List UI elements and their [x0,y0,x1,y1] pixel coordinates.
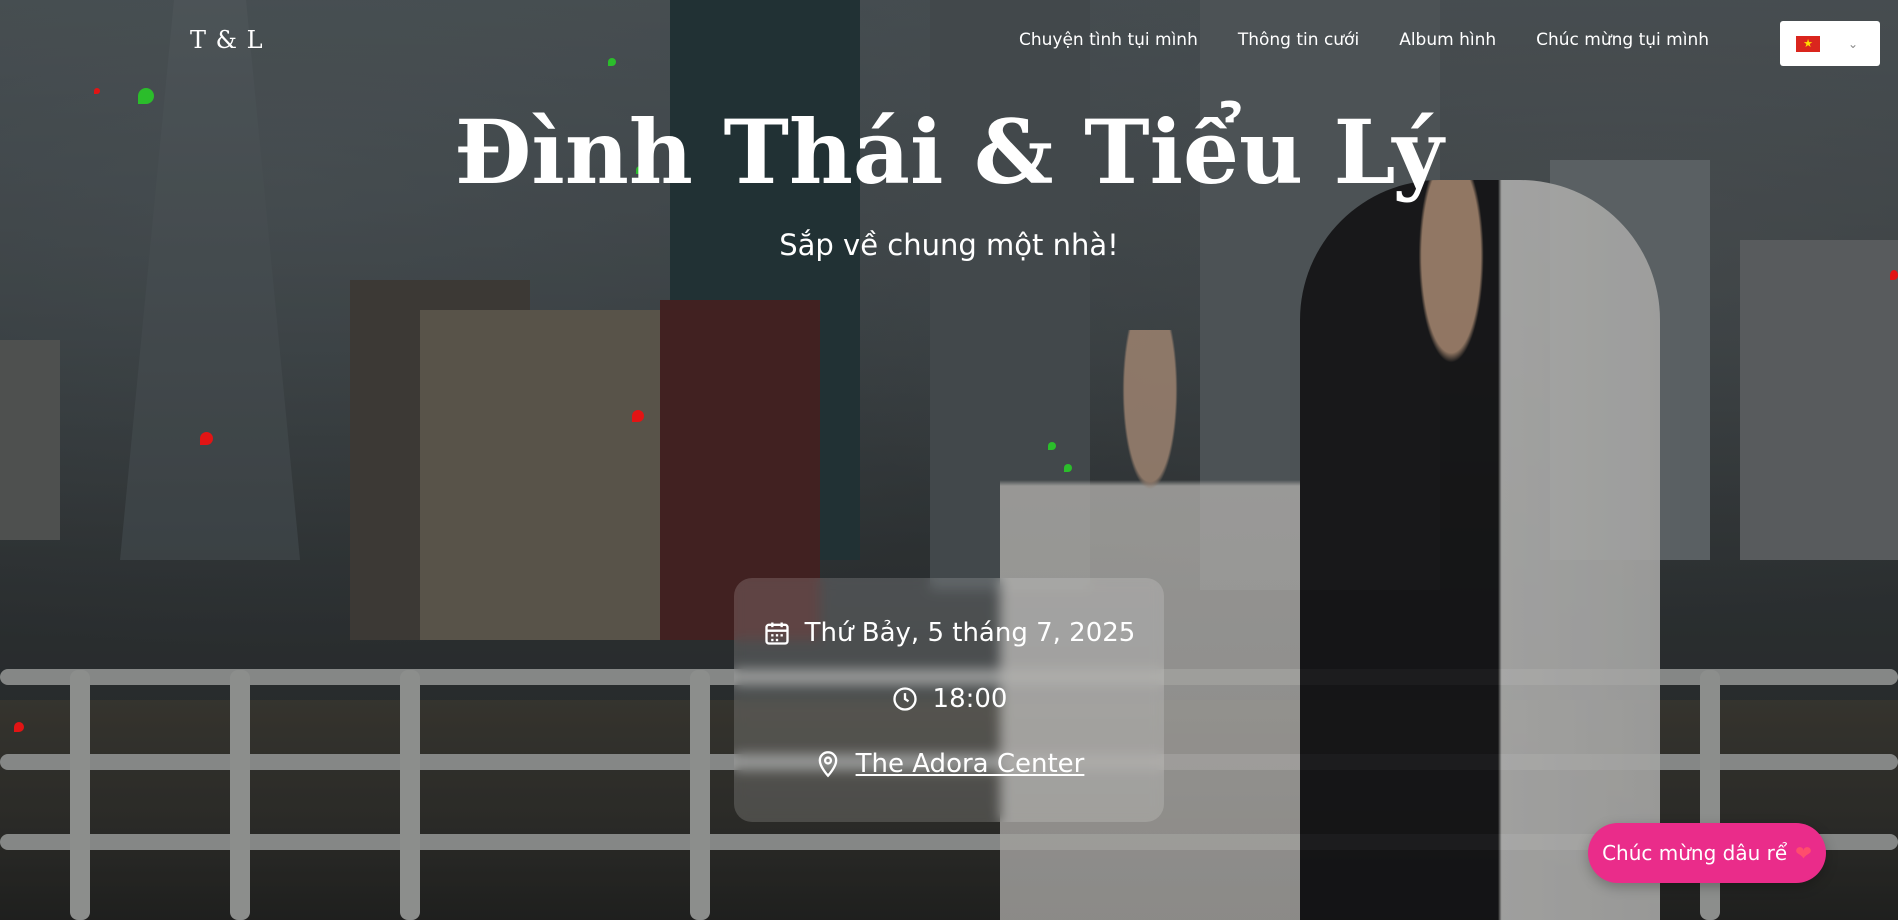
event-venue-row: The Adora Center [734,749,1164,779]
vietnam-flag-icon: ★ [1796,35,1820,52]
event-time-row: 18:00 [734,684,1164,714]
clover-petal-icon [1048,442,1056,450]
clover-petal-icon [1064,464,1072,472]
nav-item-album[interactable]: Album hình [1399,30,1496,50]
send-wishes-label: Chúc mừng dâu rể [1602,841,1788,865]
clover-petal-icon [608,58,616,66]
site-logo[interactable]: T & L [190,26,264,54]
hero-section: T & L Chuyện tình tụi mình Thông tin cướ… [0,0,1898,920]
couple-names-title: Đình Thái & Tiểu Lý [454,100,1444,204]
map-pin-icon [818,751,837,778]
event-date-row: Thứ Bảy, 5 tháng 7, 2025 [734,618,1164,648]
heart-icon: ❤ [1795,841,1812,865]
heart-petal-icon [632,410,644,422]
venue-link[interactable]: The Adora Center [856,749,1085,779]
clock-icon [892,687,917,711]
hero-subtitle: Sắp về chung một nhà! [779,228,1119,262]
heart-petal-icon [14,722,24,732]
language-selector[interactable]: ★ ⌄ [1780,21,1880,66]
nav-item-love-story[interactable]: Chuyện tình tụi mình [1019,30,1198,50]
nav-item-wedding-info[interactable]: Thông tin cưới [1238,30,1359,50]
flag-star: ★ [1803,36,1813,50]
event-date: Thứ Bảy, 5 tháng 7, 2025 [804,618,1136,648]
heart-petal-icon [1890,270,1898,280]
heart-petal-icon [200,432,213,445]
event-time: 18:00 [932,684,1008,714]
send-wishes-button[interactable]: Chúc mừng dâu rể ❤ [1588,823,1826,883]
chevron-down-icon: ⌄ [1848,36,1859,51]
calendar-icon [764,622,789,645]
event-info-card: Thứ Bảy, 5 tháng 7, 2025 18:00 The Adora… [734,578,1164,822]
main-nav: Chuyện tình tụi mình Thông tin cưới Albu… [1019,30,1709,50]
nav-item-wishes[interactable]: Chúc mừng tụi mình [1536,30,1709,50]
